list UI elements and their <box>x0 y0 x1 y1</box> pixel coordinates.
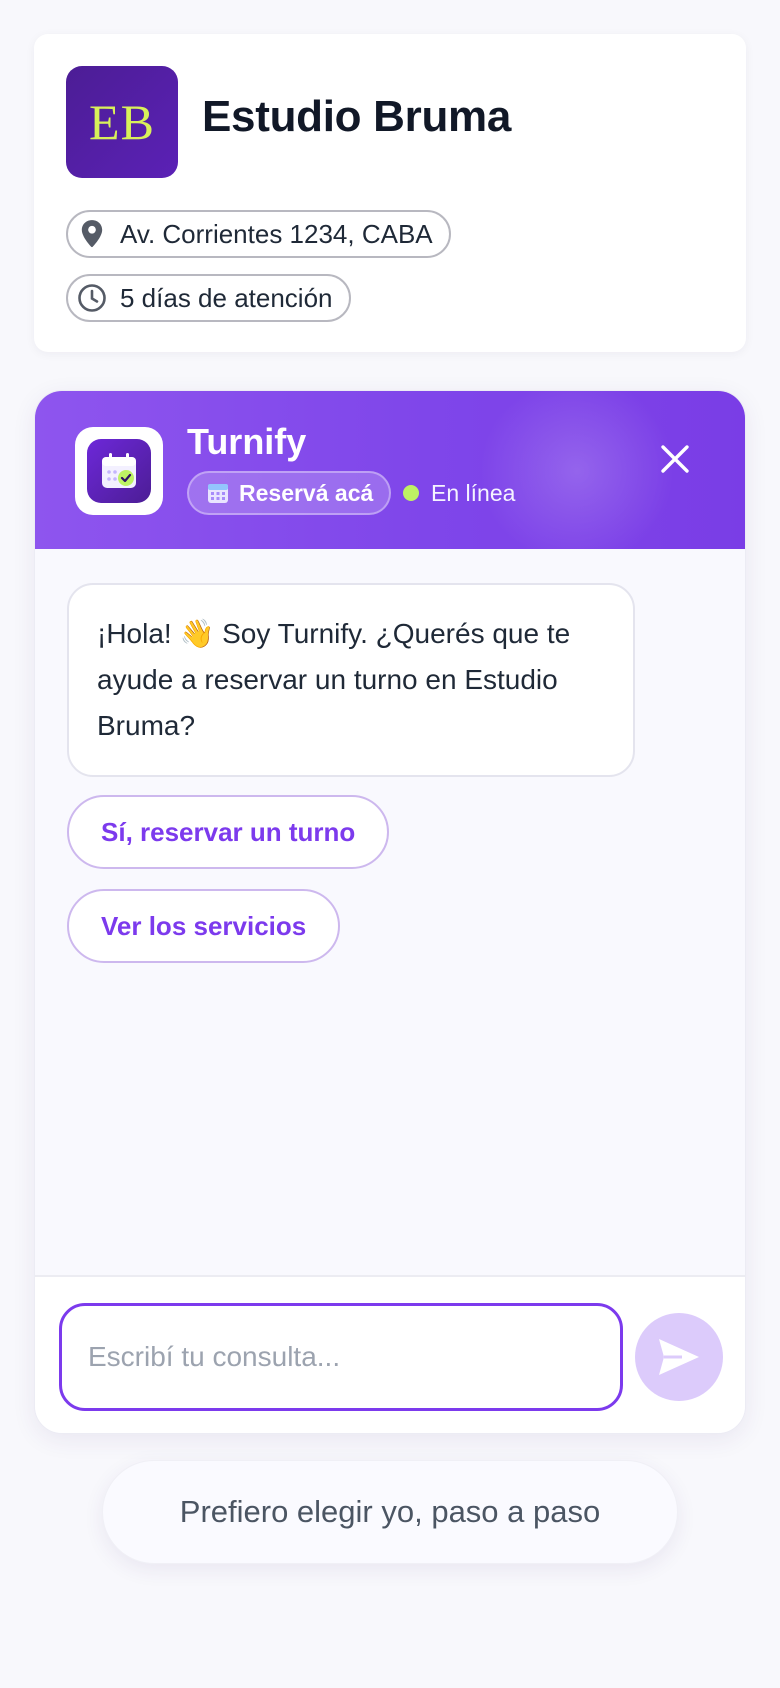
calendar-icon <box>207 482 229 504</box>
clock-icon <box>76 282 108 314</box>
close-button[interactable] <box>647 431 703 487</box>
reserva-badge-label: Reservá acá <box>239 479 374 506</box>
business-logo-text: EB <box>89 94 155 150</box>
hours-text: 5 días de atención <box>120 282 333 313</box>
quick-reply-reserve[interactable]: Sí, reservar un turno <box>67 795 390 869</box>
greeting-pre: ¡Hola! <box>97 618 180 649</box>
status-dot <box>403 485 419 501</box>
send-button[interactable] <box>635 1313 723 1401</box>
bot-message: ¡Hola! 👋 Soy Turnify. ¿Querés que te ayu… <box>67 583 635 777</box>
message-input[interactable] <box>59 1303 623 1411</box>
bot-avatar <box>75 427 163 515</box>
quick-reply-services[interactable]: Ver los servicios <box>67 889 341 963</box>
address-text: Av. Corrientes 1234, CABA <box>120 218 433 249</box>
waving-hand-emoji: 👋 <box>179 618 215 649</box>
reserva-badge: Reservá acá <box>187 471 392 515</box>
chat-input-bar <box>35 1275 745 1433</box>
bot-name: Turnify <box>187 421 307 462</box>
status-text: En línea <box>431 479 516 506</box>
calendar-check-icon <box>87 439 151 503</box>
chat-messages: ¡Hola! 👋 Soy Turnify. ¿Querés que te ayu… <box>35 549 745 1279</box>
online-status: En línea <box>403 475 515 511</box>
send-icon <box>659 1339 699 1375</box>
business-card: EB Estudio Bruma Av. Corrientes 1234, CA… <box>34 34 746 352</box>
chat-widget: Turnify Reservá acá En línea ¡Hola! 👋 So… <box>34 390 746 1434</box>
chat-header: Turnify Reservá acá En línea <box>35 391 745 549</box>
hours-pill: 5 días de atención <box>66 274 351 322</box>
business-logo: EB <box>66 66 178 178</box>
map-pin-icon <box>76 218 108 250</box>
address-pill: Av. Corrientes 1234, CABA <box>66 210 451 258</box>
close-icon <box>661 445 689 473</box>
business-name: Estudio Bruma <box>202 92 512 141</box>
step-by-step-button[interactable]: Prefiero elegir yo, paso a paso <box>102 1460 678 1564</box>
